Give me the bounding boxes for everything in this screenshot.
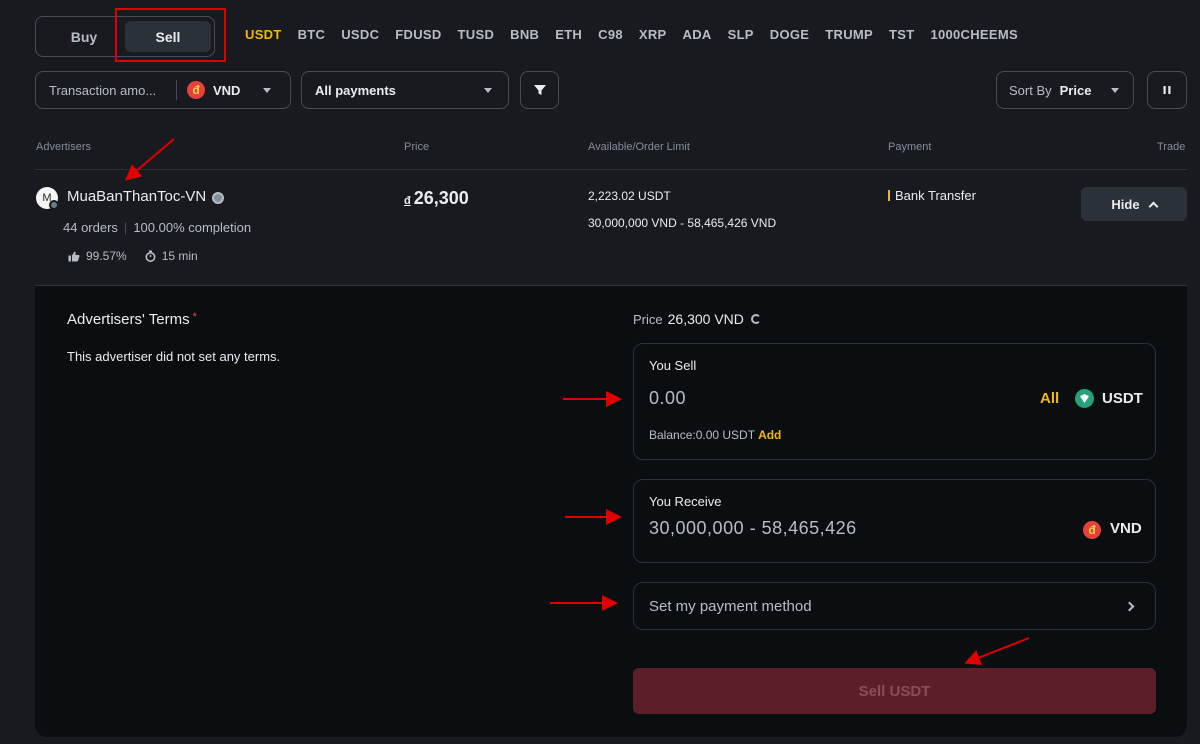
coin-tab-eth[interactable]: ETH: [555, 27, 582, 42]
coin-tab-trump[interactable]: TRUMP: [825, 27, 873, 42]
payment-method-label: Bank Transfer: [895, 188, 976, 203]
online-status-icon: [49, 200, 59, 210]
divider: [35, 169, 1187, 170]
coin-tab-bnb[interactable]: BNB: [510, 27, 539, 42]
release-time: 15 min: [161, 249, 198, 263]
divider: |: [123, 220, 128, 235]
you-receive-input[interactable]: 30,000,000 - 58,465,426: [649, 518, 857, 539]
chevron-up-icon: [1148, 201, 1159, 211]
vnd-coin-icon: đ: [187, 81, 205, 99]
all-button[interactable]: All: [1040, 390, 1059, 407]
set-payment-method-button[interactable]: Set my payment method: [633, 582, 1156, 630]
coin-tab-1000cheems[interactable]: 1000CHEEMS: [930, 27, 1018, 42]
payments-select[interactable]: All payments: [301, 71, 509, 109]
header-available: Available/Order Limit: [588, 141, 690, 153]
sort-select[interactable]: Sort By Price: [996, 71, 1134, 109]
hide-button-label: Hide: [1111, 196, 1140, 212]
positive-rate: 99.57%: [86, 249, 127, 263]
you-sell-label: You Sell: [649, 358, 697, 373]
advertiser-stats: 99.57% 15 min: [68, 249, 198, 263]
coin-tab-usdt[interactable]: USDT: [245, 27, 282, 42]
coin-tab-xrp[interactable]: XRP: [639, 27, 667, 42]
coin-tabs: USDT BTC USDC FDUSD TUSD BNB ETH C98 XRP ADA SLP DO…: [245, 27, 1034, 42]
vnd-symbol: đ: [404, 195, 411, 207]
completion-rate: 100.00% completion: [133, 220, 252, 235]
chevron-down-icon: [484, 87, 492, 93]
chevron-down-icon[interactable]: [263, 87, 271, 93]
chevron-right-icon: [1124, 601, 1135, 611]
panel-price-value: 26,300 VND: [667, 311, 744, 327]
receive-currency: VND: [1110, 520, 1142, 537]
payments-select-value: All payments: [315, 82, 396, 98]
filter-button[interactable]: [520, 71, 559, 109]
coin-tab-doge[interactable]: DOGE: [770, 27, 809, 42]
header-advertisers: Advertisers: [36, 141, 92, 153]
thumbs-up-icon: [68, 251, 80, 261]
you-receive-box: You Receive 30,000,000 - 58,465,426 đ VN…: [633, 479, 1156, 563]
transaction-amount-input[interactable]: Transaction amo... đ VND: [35, 71, 291, 109]
payment-bar-icon: [888, 190, 890, 201]
pause-button[interactable]: [1147, 71, 1187, 109]
sort-value: Price: [1059, 82, 1092, 98]
coin-tab-tusd[interactable]: TUSD: [458, 27, 495, 42]
sell-usdt-button[interactable]: Sell USDT: [633, 668, 1156, 714]
header-trade: Trade: [1157, 141, 1186, 153]
timer-icon: [145, 250, 156, 262]
buy-tab[interactable]: Buy: [44, 21, 124, 52]
coin-tab-ada[interactable]: ADA: [683, 27, 712, 42]
set-payment-method-label: Set my payment method: [649, 597, 812, 615]
verified-badge-icon: [212, 192, 224, 204]
divider: [176, 80, 177, 100]
coin-tab-slp[interactable]: SLP: [728, 27, 754, 42]
sell-tab[interactable]: Sell: [125, 21, 211, 52]
coin-tab-usdc[interactable]: USDC: [341, 27, 379, 42]
transaction-amount-placeholder: Transaction amo...: [49, 82, 157, 98]
order-limit: 30,000,000 VND - 58,465,426 VND: [588, 216, 777, 230]
advertiser-name[interactable]: MuaBanThanToc-VN: [67, 188, 206, 205]
add-balance-link[interactable]: Add: [758, 428, 781, 442]
header-price: Price: [404, 141, 430, 153]
coin-tab-tst[interactable]: TST: [889, 27, 914, 42]
vnd-coin-icon: đ: [1083, 521, 1101, 539]
usdt-coin-icon: [1075, 389, 1094, 408]
you-sell-input[interactable]: 0.00: [649, 388, 686, 409]
you-sell-box: You Sell 0.00 All USDT Balance:0.00 USDT…: [633, 343, 1156, 460]
payment-method-tag: Bank Transfer: [888, 188, 976, 203]
you-receive-label: You Receive: [649, 494, 722, 509]
pause-icon: [1163, 86, 1171, 94]
order-count: 44 orders: [63, 220, 118, 235]
ad-price-value: 26,300: [413, 188, 469, 208]
balance: Balance:0.00 USDT Add: [649, 428, 781, 442]
coin-tab-fdusd[interactable]: FDUSD: [395, 27, 441, 42]
panel-price-label: Price: [633, 311, 663, 327]
chevron-down-icon: [1111, 87, 1119, 93]
buy-sell-toggle: Buy Sell: [35, 16, 215, 57]
terms-text: This advertiser did not set any terms.: [67, 349, 281, 364]
sort-label: Sort By: [1009, 82, 1052, 98]
refresh-icon[interactable]: [750, 314, 761, 324]
advertiser-orders: 44 orders | 100.00% completion: [63, 220, 251, 235]
required-asterisk: *: [192, 311, 197, 323]
sell-currency: USDT: [1102, 390, 1143, 407]
balance-text: Balance:0.00 USDT: [649, 428, 756, 442]
ad-price: đ 26,300: [404, 188, 469, 209]
currency-select[interactable]: VND: [213, 83, 263, 98]
hide-button[interactable]: Hide: [1081, 187, 1187, 221]
terms-title-text: Advertisers' Terms: [67, 311, 190, 328]
annotation-arrow: [124, 138, 175, 181]
available-amount: 2,223.02 USDT: [588, 189, 671, 203]
terms-title: Advertisers' Terms *: [67, 311, 197, 328]
coin-tab-c98[interactable]: C98: [598, 27, 623, 42]
coin-tab-btc[interactable]: BTC: [298, 27, 326, 42]
header-payment: Payment: [888, 141, 932, 153]
panel-price: Price 26,300 VND: [633, 311, 761, 327]
filter-icon: [533, 85, 546, 95]
